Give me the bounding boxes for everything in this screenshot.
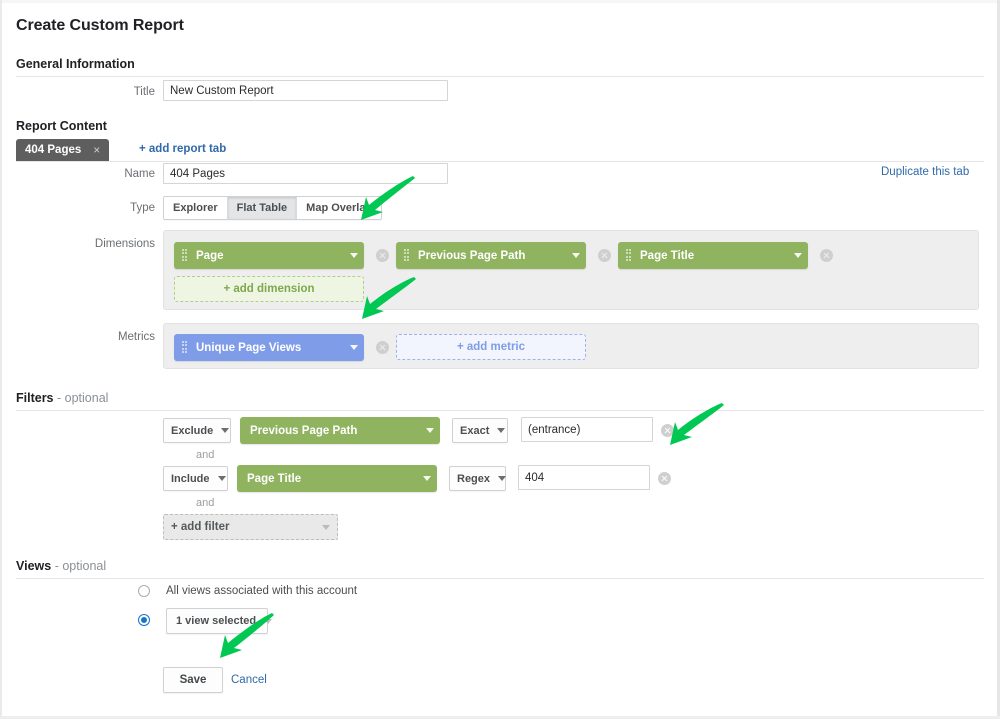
filter-match-label: Exact: [460, 425, 489, 437]
filter-and-label-0: and: [196, 449, 214, 461]
metric-chip-unique-page-views[interactable]: Unique Page Views: [174, 334, 364, 361]
dimensions-well: Page Previous Page Path Page Title + add…: [163, 230, 979, 310]
cancel-link[interactable]: Cancel: [231, 674, 267, 686]
divider-general-information: [16, 76, 984, 77]
chevron-down-icon: [218, 476, 226, 481]
filter-mode-label: Exclude: [171, 425, 213, 437]
add-dimension-button[interactable]: + add dimension: [174, 276, 364, 302]
report-tab-label: 404 Pages: [25, 144, 81, 156]
section-heading-report-content: Report Content: [16, 119, 107, 133]
remove-dimension-icon[interactable]: [820, 249, 833, 262]
metrics-field-label: Metrics: [40, 331, 155, 343]
divider-filters: [16, 410, 984, 411]
chevron-down-icon[interactable]: [426, 428, 434, 433]
radio-all-views[interactable]: [138, 585, 150, 597]
duplicate-this-tab-link[interactable]: Duplicate this tab: [881, 166, 969, 178]
filter-match-select-1[interactable]: Regex: [449, 466, 506, 491]
chevron-down-icon[interactable]: [350, 345, 358, 350]
chevron-down-icon[interactable]: [572, 253, 580, 258]
page-title: Create Custom Report: [16, 17, 184, 35]
add-filter-label: + add filter: [171, 521, 314, 533]
filter-value-input-0[interactable]: [521, 417, 653, 442]
chevron-down-icon: [322, 525, 330, 530]
add-report-tab-link[interactable]: + add report tab: [139, 143, 226, 155]
filter-dimension-label: Page Title: [245, 473, 415, 485]
section-heading-views-suffix: - optional: [55, 559, 106, 573]
section-heading-report-content-text: Report Content: [16, 119, 107, 133]
section-heading-views-text: Views: [16, 559, 51, 573]
report-tab-404-pages[interactable]: 404 Pages ×: [16, 139, 109, 161]
chevron-down-icon: [498, 476, 506, 481]
type-option-flat-table[interactable]: Flat Table: [228, 197, 298, 219]
remove-metric-icon[interactable]: [376, 341, 389, 354]
create-custom-report-page: Create Custom Report General Information…: [0, 0, 1000, 719]
section-heading-filters: Filters - optional: [16, 391, 108, 405]
filter-match-label: Regex: [457, 473, 490, 485]
chevron-down-icon: [497, 428, 505, 433]
name-input[interactable]: [163, 163, 448, 184]
section-heading-filters-text: Filters: [16, 391, 54, 405]
section-heading-filters-suffix: - optional: [57, 391, 108, 405]
title-input[interactable]: [163, 80, 448, 101]
title-field-label: Title: [60, 86, 155, 98]
type-button-group: Explorer Flat Table Map Overlay: [163, 196, 382, 220]
remove-filter-icon-1[interactable]: [658, 472, 671, 485]
filter-and-label-1: and: [196, 497, 214, 509]
add-metric-button[interactable]: + add metric: [396, 334, 586, 360]
page-edge-left: [0, 0, 2, 719]
remove-dimension-icon[interactable]: [598, 249, 611, 262]
section-heading-general-information: General Information: [16, 57, 135, 71]
filter-dimension-chip-0[interactable]: Previous Page Path: [240, 417, 440, 444]
filter-dimension-chip-1[interactable]: Page Title: [237, 465, 437, 492]
page-edge-top: [0, 0, 1000, 3]
remove-filter-icon-0[interactable]: [661, 424, 674, 437]
add-filter-button[interactable]: + add filter: [163, 514, 338, 540]
dimension-chip-page-title[interactable]: Page Title: [618, 242, 808, 269]
chevron-down-icon: [221, 428, 229, 433]
dimensions-field-label: Dimensions: [40, 238, 155, 250]
dimension-chip-label: Page: [187, 250, 342, 262]
filter-mode-select-1[interactable]: Include: [163, 466, 228, 491]
chevron-down-icon: [264, 619, 272, 624]
divider-report-tabs: [16, 161, 984, 162]
section-heading-general-information-text: General Information: [16, 57, 135, 71]
metric-chip-label: Unique Page Views: [187, 342, 342, 354]
view-selector-label: 1 view selected: [176, 615, 256, 627]
radio-all-views-label: All views associated with this account: [166, 585, 357, 597]
close-icon[interactable]: ×: [93, 144, 100, 156]
radio-selected-views[interactable]: [138, 614, 150, 626]
save-button[interactable]: Save: [163, 667, 223, 693]
chevron-down-icon[interactable]: [423, 476, 431, 481]
dimension-chip-label: Page Title: [631, 250, 786, 262]
dimension-chip-page[interactable]: Page: [174, 242, 364, 269]
view-selector-dropdown[interactable]: 1 view selected: [166, 608, 268, 634]
type-field-label: Type: [60, 202, 155, 214]
type-option-map-overlay[interactable]: Map Overlay: [297, 197, 380, 219]
divider-views: [16, 578, 984, 579]
type-option-explorer[interactable]: Explorer: [164, 197, 228, 219]
name-field-label: Name: [60, 168, 155, 180]
section-heading-views: Views - optional: [16, 559, 106, 573]
metrics-well: Unique Page Views + add metric: [163, 323, 979, 369]
dimension-chip-previous-page-path[interactable]: Previous Page Path: [396, 242, 586, 269]
remove-dimension-icon[interactable]: [376, 249, 389, 262]
chevron-down-icon[interactable]: [794, 253, 802, 258]
filter-match-select-0[interactable]: Exact: [452, 418, 508, 443]
filter-mode-select-0[interactable]: Exclude: [163, 418, 231, 443]
dimension-chip-label: Previous Page Path: [409, 250, 564, 262]
filter-mode-label: Include: [171, 473, 210, 485]
chevron-down-icon[interactable]: [350, 253, 358, 258]
filter-value-input-1[interactable]: [518, 465, 650, 490]
filter-dimension-label: Previous Page Path: [248, 425, 418, 437]
